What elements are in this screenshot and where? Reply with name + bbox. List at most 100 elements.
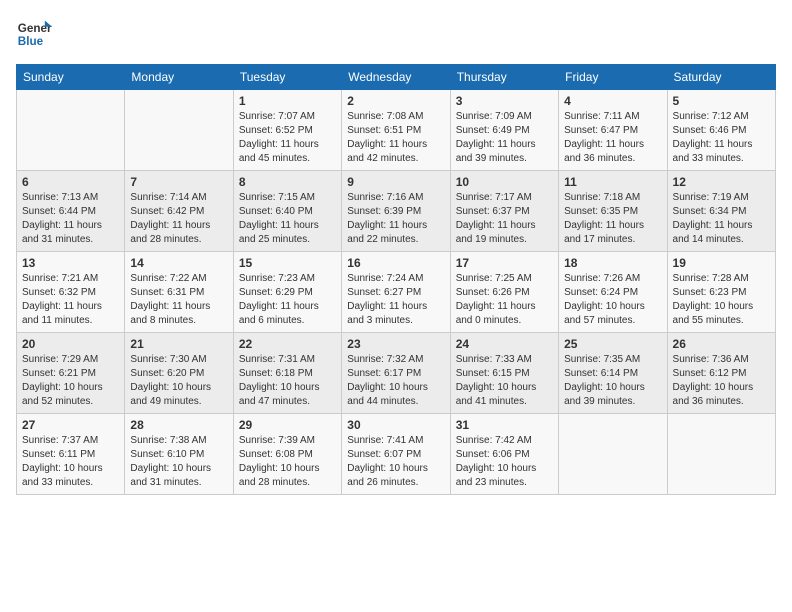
day-number: 22: [239, 337, 336, 351]
calendar-cell: 7 Sunrise: 7:14 AMSunset: 6:42 PMDaylight…: [125, 171, 233, 252]
day-info: Sunrise: 7:17 AMSunset: 6:37 PMDaylight:…: [456, 191, 553, 247]
day-info: Sunrise: 7:33 AMSunset: 6:15 PMDaylight:…: [456, 353, 553, 409]
calendar-cell: 10 Sunrise: 7:17 AMSunset: 6:37 PMDayligh…: [450, 171, 558, 252]
day-number: 17: [456, 256, 553, 270]
day-info: Sunrise: 7:09 AMSunset: 6:49 PMDaylight:…: [456, 110, 553, 166]
day-info: Sunrise: 7:35 AMSunset: 6:14 PMDaylight:…: [564, 353, 661, 409]
calendar-cell: 1 Sunrise: 7:07 AMSunset: 6:52 PMDaylight…: [233, 90, 341, 171]
calendar-cell: 29 Sunrise: 7:39 AMSunset: 6:08 PMDayligh…: [233, 414, 341, 495]
calendar-cell: 28 Sunrise: 7:38 AMSunset: 6:10 PMDayligh…: [125, 414, 233, 495]
col-header-friday: Friday: [559, 65, 667, 90]
day-number: 15: [239, 256, 336, 270]
calendar-cell: 2Sunrise: 7:08 AMSunset: 6:51 PMDaylight…: [342, 90, 450, 171]
col-header-monday: Monday: [125, 65, 233, 90]
calendar-cell: 25 Sunrise: 7:35 AMSunset: 6:14 PMDayligh…: [559, 333, 667, 414]
day-info: Sunrise: 7:11 AMSunset: 6:47 PMDaylight:…: [564, 110, 661, 166]
day-number: 7: [130, 175, 227, 189]
day-info: Sunrise: 7:26 AMSunset: 6:24 PMDaylight:…: [564, 272, 661, 328]
day-info: Sunrise: 7:29 AMSunset: 6:21 PMDaylight:…: [22, 353, 119, 409]
day-number: 2: [347, 94, 444, 108]
calendar-cell: 16Sunrise: 7:24 AMSunset: 6:27 PMDayligh…: [342, 252, 450, 333]
day-info: Sunrise: 7:31 AMSunset: 6:18 PMDaylight:…: [239, 353, 336, 409]
day-number: 9: [347, 175, 444, 189]
day-number: 14: [130, 256, 227, 270]
calendar-table: SundayMondayTuesdayWednesdayThursdayFrid…: [16, 64, 776, 495]
calendar-cell: [17, 90, 125, 171]
calendar-cell: 3 Sunrise: 7:09 AMSunset: 6:49 PMDaylight…: [450, 90, 558, 171]
svg-text:Blue: Blue: [18, 35, 44, 48]
day-number: 28: [130, 418, 227, 432]
calendar-cell: 5 Sunrise: 7:12 AMSunset: 6:46 PMDaylight…: [667, 90, 775, 171]
day-number: 13: [22, 256, 119, 270]
day-info: Sunrise: 7:22 AMSunset: 6:31 PMDaylight:…: [130, 272, 227, 328]
col-header-saturday: Saturday: [667, 65, 775, 90]
day-info: Sunrise: 7:19 AMSunset: 6:34 PMDaylight:…: [673, 191, 770, 247]
calendar-week-row: 13Sunrise: 7:21 AMSunset: 6:32 PMDayligh…: [17, 252, 776, 333]
calendar-cell: 31 Sunrise: 7:42 AMSunset: 6:06 PMDayligh…: [450, 414, 558, 495]
day-info: Sunrise: 7:14 AMSunset: 6:42 PMDaylight:…: [130, 191, 227, 247]
logo: General Blue: [16, 16, 52, 52]
calendar-cell: 6 Sunrise: 7:13 AMSunset: 6:44 PMDaylight…: [17, 171, 125, 252]
day-number: 27: [22, 418, 119, 432]
day-number: 16: [347, 256, 444, 270]
day-number: 30: [347, 418, 444, 432]
day-info: Sunrise: 7:39 AMSunset: 6:08 PMDaylight:…: [239, 434, 336, 490]
day-info: Sunrise: 7:30 AMSunset: 6:20 PMDaylight:…: [130, 353, 227, 409]
calendar-cell: 18 Sunrise: 7:26 AMSunset: 6:24 PMDayligh…: [559, 252, 667, 333]
day-info: Sunrise: 7:15 AMSunset: 6:40 PMDaylight:…: [239, 191, 336, 247]
day-info: Sunrise: 7:38 AMSunset: 6:10 PMDaylight:…: [130, 434, 227, 490]
day-info: Sunrise: 7:28 AMSunset: 6:23 PMDaylight:…: [673, 272, 770, 328]
day-number: 10: [456, 175, 553, 189]
calendar-cell: 13Sunrise: 7:21 AMSunset: 6:32 PMDayligh…: [17, 252, 125, 333]
calendar-cell: 8Sunrise: 7:15 AMSunset: 6:40 PMDaylight…: [233, 171, 341, 252]
calendar-cell: 21 Sunrise: 7:30 AMSunset: 6:20 PMDayligh…: [125, 333, 233, 414]
day-number: 20: [22, 337, 119, 351]
day-number: 31: [456, 418, 553, 432]
day-info: Sunrise: 7:12 AMSunset: 6:46 PMDaylight:…: [673, 110, 770, 166]
calendar-cell: 15Sunrise: 7:23 AMSunset: 6:29 PMDayligh…: [233, 252, 341, 333]
day-info: Sunrise: 7:37 AMSunset: 6:11 PMDaylight:…: [22, 434, 119, 490]
calendar-cell: 4 Sunrise: 7:11 AMSunset: 6:47 PMDaylight…: [559, 90, 667, 171]
calendar-cell: 9Sunrise: 7:16 AMSunset: 6:39 PMDaylight…: [342, 171, 450, 252]
calendar-cell: 24 Sunrise: 7:33 AMSunset: 6:15 PMDayligh…: [450, 333, 558, 414]
day-info: Sunrise: 7:32 AMSunset: 6:17 PMDaylight:…: [347, 353, 444, 409]
day-number: 21: [130, 337, 227, 351]
calendar-cell: 14 Sunrise: 7:22 AMSunset: 6:31 PMDayligh…: [125, 252, 233, 333]
day-info: Sunrise: 7:36 AMSunset: 6:12 PMDaylight:…: [673, 353, 770, 409]
day-number: 18: [564, 256, 661, 270]
calendar-cell: 30 Sunrise: 7:41 AMSunset: 6:07 PMDayligh…: [342, 414, 450, 495]
calendar-cell: 23 Sunrise: 7:32 AMSunset: 6:17 PMDayligh…: [342, 333, 450, 414]
calendar-week-row: 20 Sunrise: 7:29 AMSunset: 6:21 PMDayligh…: [17, 333, 776, 414]
calendar-cell: 17 Sunrise: 7:25 AMSunset: 6:26 PMDayligh…: [450, 252, 558, 333]
day-number: 24: [456, 337, 553, 351]
day-number: 3: [456, 94, 553, 108]
calendar-week-row: 1 Sunrise: 7:07 AMSunset: 6:52 PMDaylight…: [17, 90, 776, 171]
day-number: 11: [564, 175, 661, 189]
day-info: Sunrise: 7:25 AMSunset: 6:26 PMDaylight:…: [456, 272, 553, 328]
day-number: 25: [564, 337, 661, 351]
day-number: 23: [347, 337, 444, 351]
calendar-week-row: 27 Sunrise: 7:37 AMSunset: 6:11 PMDayligh…: [17, 414, 776, 495]
day-number: 6: [22, 175, 119, 189]
logo-icon: General Blue: [16, 16, 52, 52]
calendar-cell: 12 Sunrise: 7:19 AMSunset: 6:34 PMDayligh…: [667, 171, 775, 252]
day-info: Sunrise: 7:13 AMSunset: 6:44 PMDaylight:…: [22, 191, 119, 247]
calendar-cell: 20 Sunrise: 7:29 AMSunset: 6:21 PMDayligh…: [17, 333, 125, 414]
calendar-cell: [125, 90, 233, 171]
col-header-sunday: Sunday: [17, 65, 125, 90]
day-number: 4: [564, 94, 661, 108]
day-number: 12: [673, 175, 770, 189]
col-header-wednesday: Wednesday: [342, 65, 450, 90]
calendar-header-row: SundayMondayTuesdayWednesdayThursdayFrid…: [17, 65, 776, 90]
day-info: Sunrise: 7:41 AMSunset: 6:07 PMDaylight:…: [347, 434, 444, 490]
calendar-cell: 26Sunrise: 7:36 AMSunset: 6:12 PMDayligh…: [667, 333, 775, 414]
day-number: 1: [239, 94, 336, 108]
page-header: General Blue: [16, 16, 776, 52]
col-header-tuesday: Tuesday: [233, 65, 341, 90]
day-info: Sunrise: 7:42 AMSunset: 6:06 PMDaylight:…: [456, 434, 553, 490]
calendar-cell: 11Sunrise: 7:18 AMSunset: 6:35 PMDayligh…: [559, 171, 667, 252]
day-number: 19: [673, 256, 770, 270]
day-number: 29: [239, 418, 336, 432]
day-info: Sunrise: 7:07 AMSunset: 6:52 PMDaylight:…: [239, 110, 336, 166]
day-number: 5: [673, 94, 770, 108]
